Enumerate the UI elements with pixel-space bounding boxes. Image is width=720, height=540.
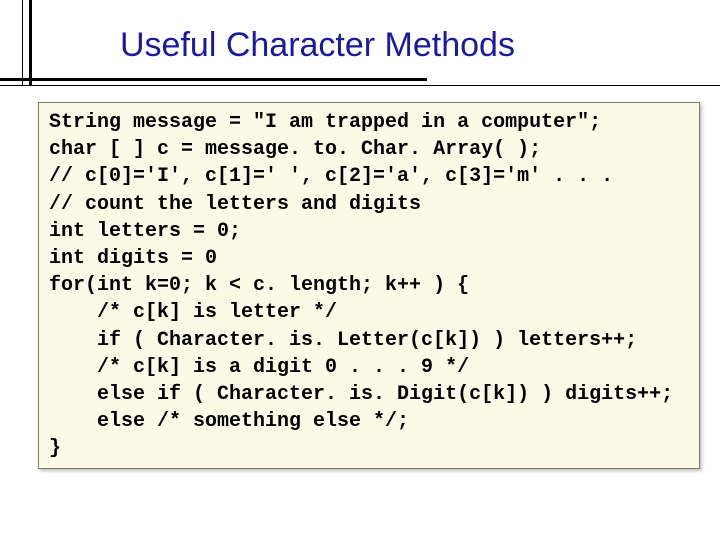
code-line: else if ( Character. is. Digit(c[k]) ) d… [49,383,673,406]
code-block: String message = "I am trapped in a comp… [38,102,700,469]
title-rule-thin [0,85,720,86]
code-line: for(int k=0; k < c. length; k++ ) { [49,274,469,297]
vertical-rule-thick [29,0,32,86]
vertical-rule-thin [22,0,23,86]
code-line: // c[0]='I', c[1]=' ', c[2]='a', c[3]='m… [49,165,613,188]
code-line: // count the letters and digits [49,193,421,216]
code-line: else /* something else */; [49,410,409,433]
code-line: /* c[k] is letter */ [49,301,337,324]
code-line: } [49,437,61,460]
code-line: int digits = 0 [49,247,217,270]
code-line: String message = "I am trapped in a comp… [49,111,601,134]
title-rule-thick [0,78,427,81]
slide-title: Useful Character Methods [120,26,515,65]
code-line: int letters = 0; [49,220,241,243]
code-line: if ( Character. is. Letter(c[k]) ) lette… [49,329,637,352]
code-line: /* c[k] is a digit 0 . . . 9 */ [49,356,469,379]
code-line: char [ ] c = message. to. Char. Array( )… [49,138,541,161]
slide: Useful Character Methods String message … [0,0,720,540]
